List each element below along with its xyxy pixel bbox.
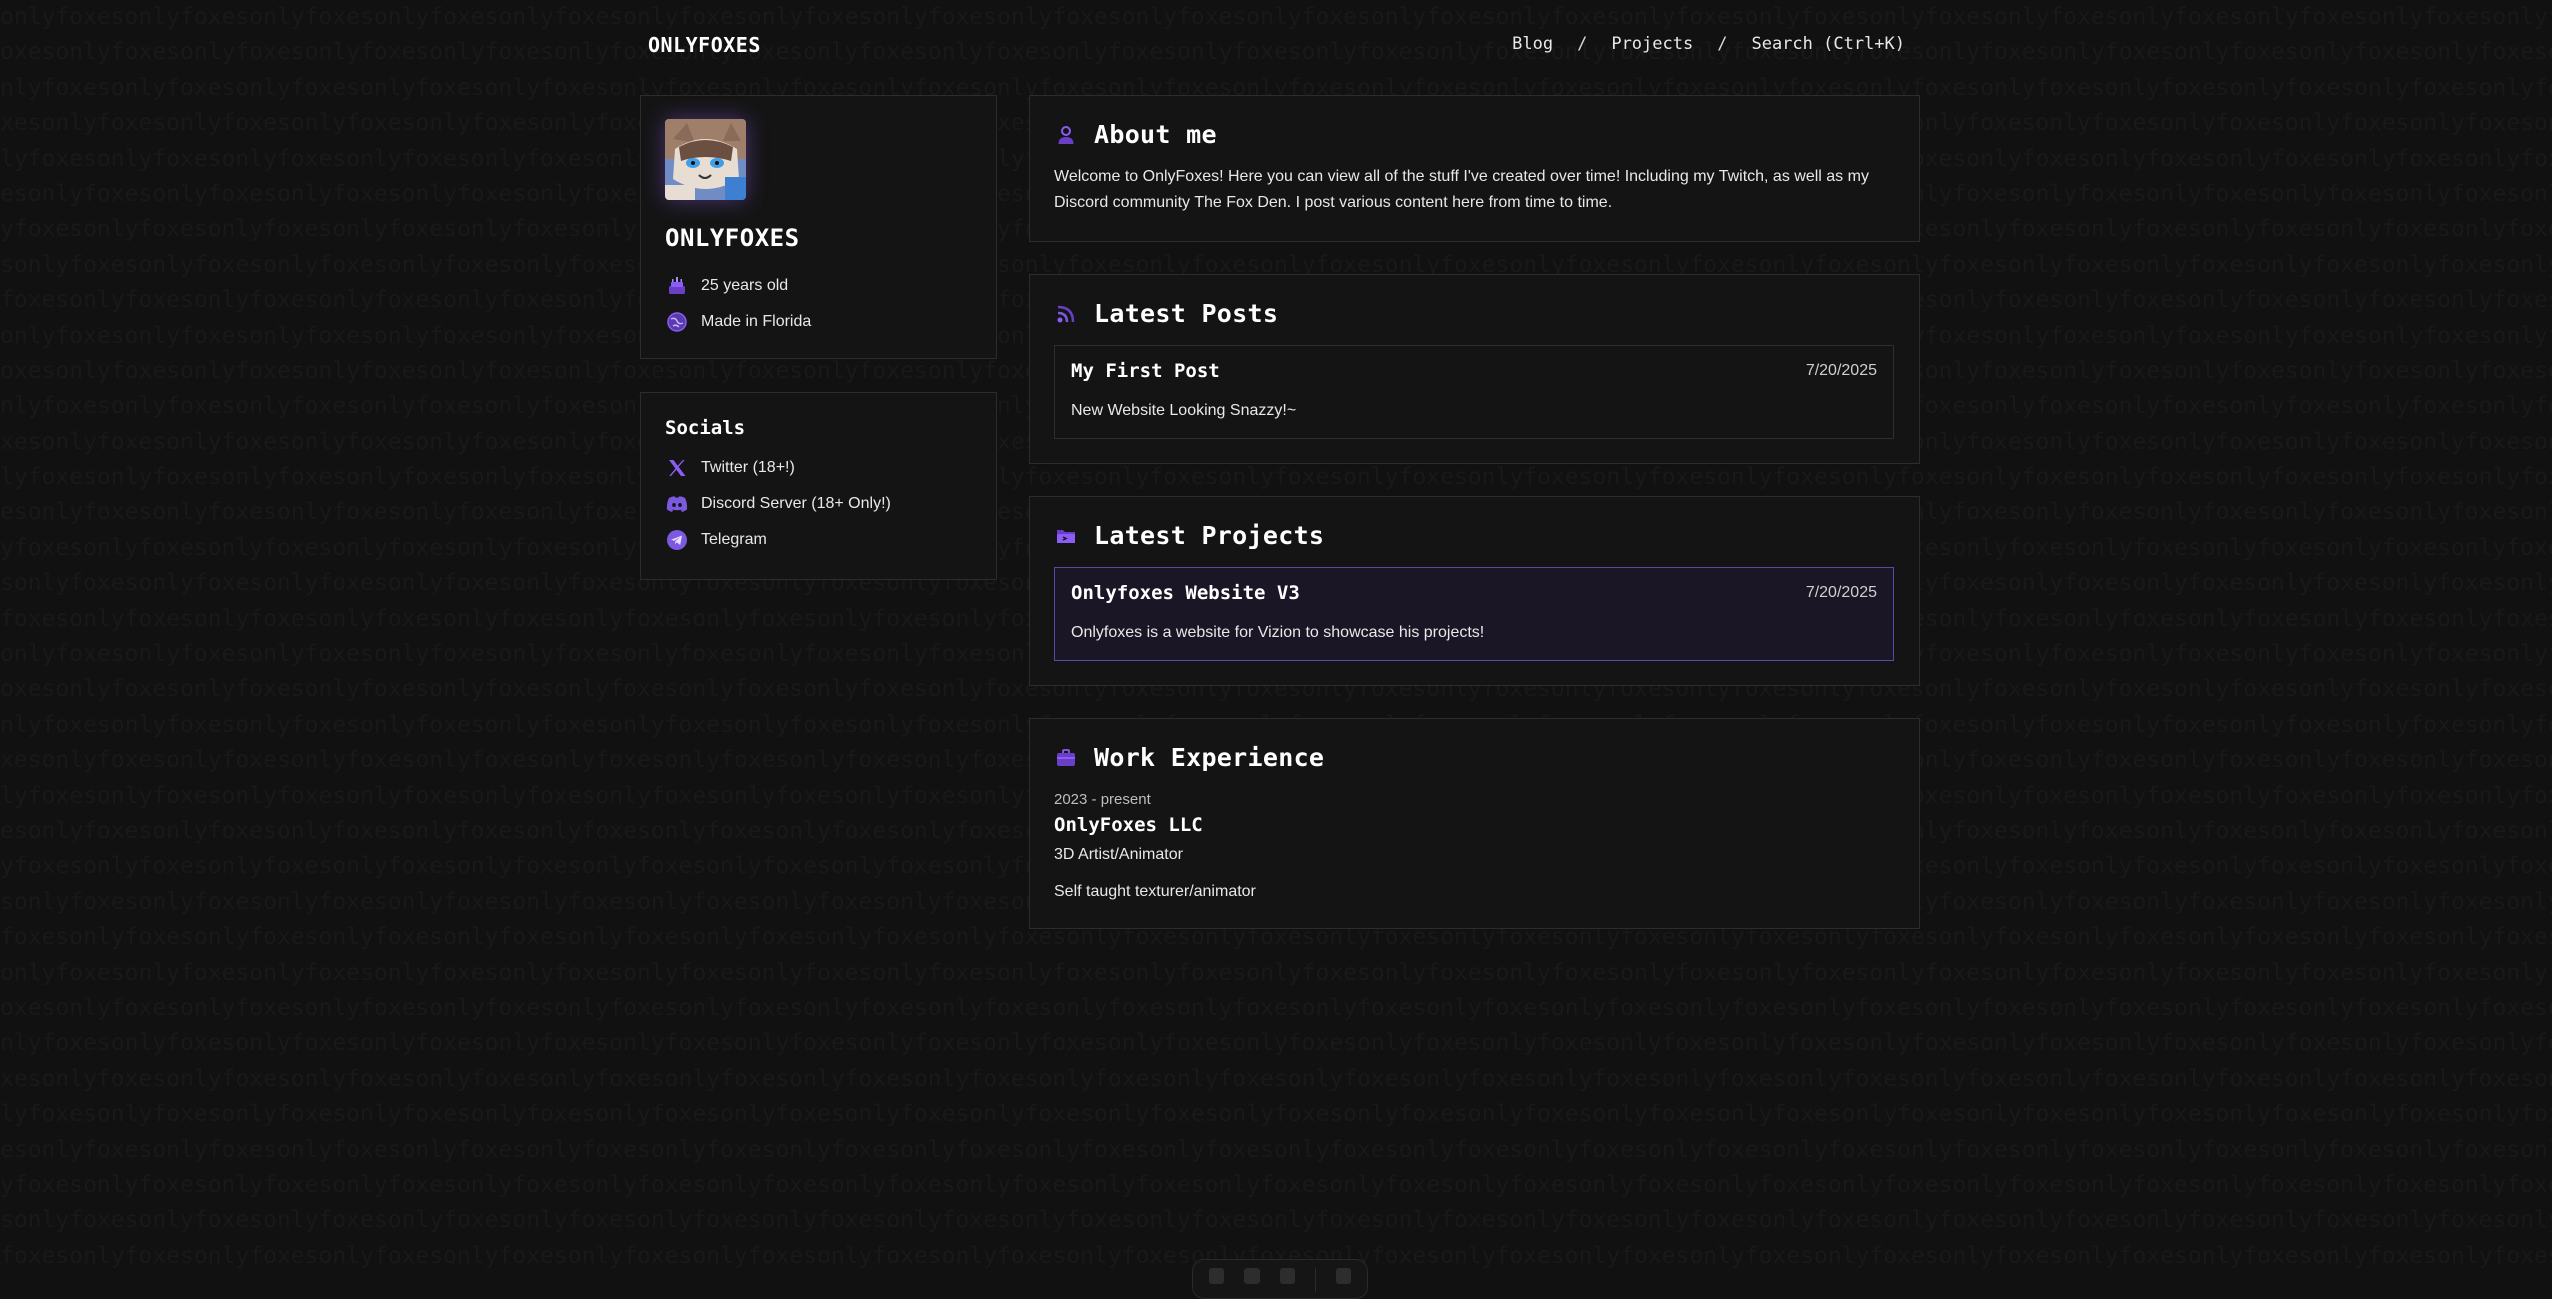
briefcase-icon <box>1054 746 1078 770</box>
age-text: 25 years old <box>701 277 789 294</box>
work-experience-header: Work Experience <box>1054 743 1324 772</box>
about-title: About me <box>1094 120 1217 149</box>
rss-icon <box>1054 302 1078 326</box>
project-title: Onlyfoxes Website V3 <box>1071 582 1300 604</box>
social-label: Discord Server (18+ Only!) <box>701 495 891 512</box>
about-text: Welcome to OnlyFoxes! Here you can view … <box>1054 168 1869 211</box>
user-icon <box>1054 123 1078 147</box>
social-link-twitter[interactable]: Twitter (18+!) <box>665 456 795 480</box>
latest-posts-title: Latest Posts <box>1094 299 1279 328</box>
dock-theme-icon[interactable] <box>1335 1268 1352 1284</box>
x-twitter-icon <box>665 456 689 480</box>
work-experience-title: Work Experience <box>1094 743 1325 772</box>
project-item[interactable]: Onlyfoxes Website V3 7/20/2025 Onlyfoxes… <box>1054 567 1894 661</box>
latest-posts-header: Latest Posts <box>1054 299 1278 328</box>
folder-icon <box>1054 524 1078 548</box>
dock-divider <box>1314 1268 1316 1292</box>
about-card: About me Welcome to OnlyFoxes! Here you … <box>1029 95 1920 242</box>
social-label: Telegram <box>701 531 767 548</box>
avatar <box>665 119 746 200</box>
work-role: 3D Artist/Animator <box>1054 846 1183 863</box>
dock-home-icon[interactable] <box>1209 1268 1225 1284</box>
profile-name: ONLYFOXES <box>665 224 800 252</box>
main-nav: Blog / Projects / Search (Ctrl+K) <box>1512 34 1905 54</box>
latest-projects-card: Latest Projects Onlyfoxes Website V3 7/2… <box>1029 496 1920 686</box>
location-row: Made in Florida <box>665 310 811 334</box>
socials-title: Socials <box>665 417 746 439</box>
dock-folder-icon[interactable] <box>1279 1268 1295 1284</box>
social-link-discord[interactable]: Discord Server (18+ Only!) <box>665 492 891 516</box>
cake-icon <box>665 274 689 298</box>
dock-pen-icon[interactable] <box>1244 1268 1260 1284</box>
bottom-dock <box>1192 1259 1368 1299</box>
nav-blog-link[interactable]: Blog <box>1512 34 1553 54</box>
globe-icon <box>665 310 689 334</box>
work-years: 2023 - present <box>1054 791 1151 808</box>
nav-projects-link[interactable]: Projects <box>1611 34 1693 54</box>
post-title: My First Post <box>1071 360 1220 382</box>
work-company: OnlyFoxes LLC <box>1054 814 1203 836</box>
work-experience-card: Work Experience 2023 - present OnlyFoxes… <box>1029 718 1920 929</box>
project-description: Onlyfoxes is a website for Vizion to sho… <box>1071 624 1485 641</box>
location-text: Made in Florida <box>701 313 812 330</box>
profile-card: ONLYFOXES 25 years old Made in Florida <box>640 95 997 359</box>
age-row: 25 years old <box>665 274 788 298</box>
site-brand[interactable]: ONLYFOXES <box>648 33 761 57</box>
nav-separator: / <box>1577 34 1588 54</box>
telegram-icon <box>665 528 689 552</box>
post-item[interactable]: My First Post 7/20/2025 New Website Look… <box>1054 345 1894 439</box>
social-label: Twitter (18+!) <box>701 459 795 476</box>
social-link-telegram[interactable]: Telegram <box>665 528 767 552</box>
work-description: Self taught texturer/animator <box>1054 883 1256 900</box>
nav-separator: / <box>1717 34 1728 54</box>
nav-search-button[interactable]: Search (Ctrl+K) <box>1751 34 1905 54</box>
post-date: 7/20/2025 <box>1805 362 1877 379</box>
project-date: 7/20/2025 <box>1805 584 1877 601</box>
site-header: ONLYFOXES Blog / Projects / Search (Ctrl… <box>640 30 1913 64</box>
post-description: New Website Looking Snazzy!~ <box>1071 402 1297 419</box>
latest-projects-header: Latest Projects <box>1054 521 1324 550</box>
socials-card: Socials Twitter (18+!) Discord Server (1… <box>640 392 997 580</box>
discord-icon <box>665 492 689 516</box>
latest-posts-card: Latest Posts My First Post 7/20/2025 New… <box>1029 274 1920 464</box>
latest-projects-title: Latest Projects <box>1094 521 1325 550</box>
about-header: About me <box>1054 120 1217 149</box>
